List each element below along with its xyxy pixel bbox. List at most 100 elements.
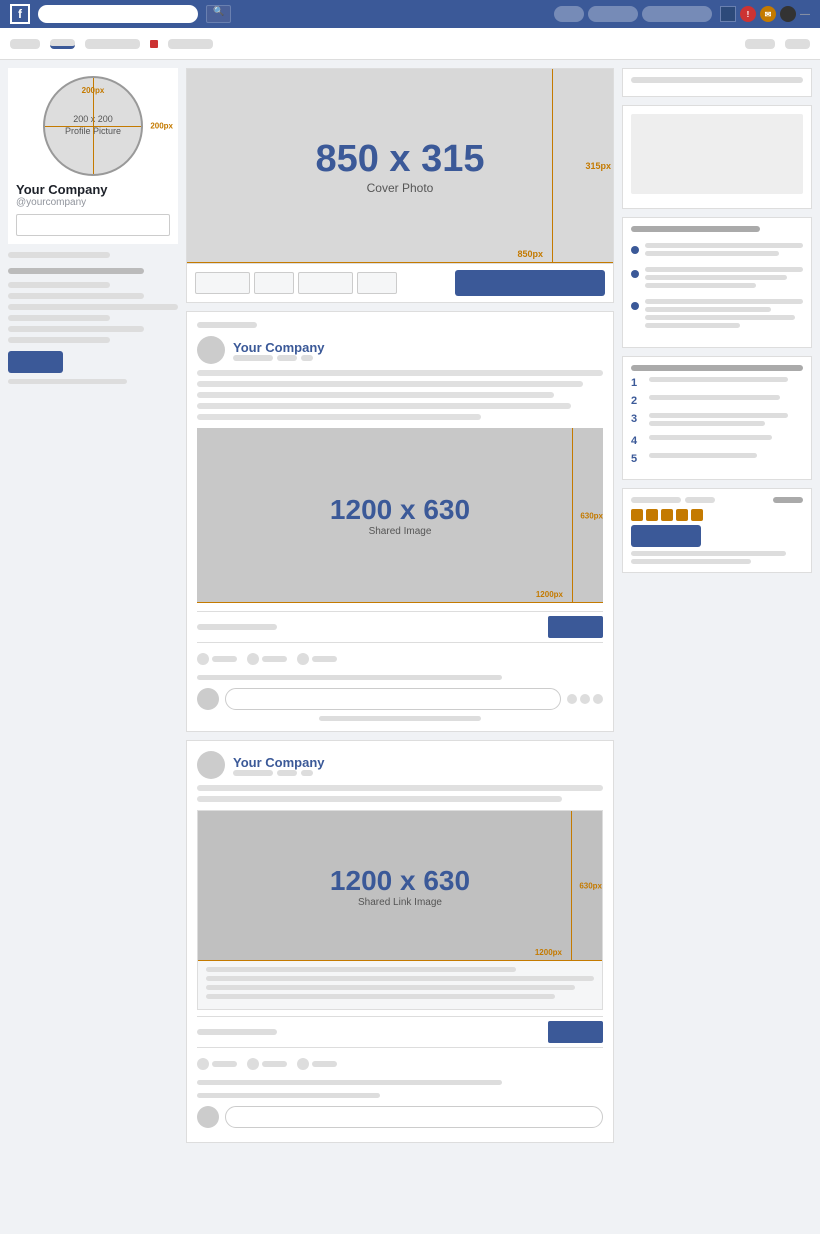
cover-dim-height: 315px — [585, 161, 611, 171]
post-2-image-label: Shared Link Image — [358, 897, 442, 908]
tab-timeline[interactable] — [195, 272, 250, 294]
star-4 — [676, 509, 688, 521]
event-num-2: 2 — [631, 395, 643, 407]
post-card-2: Your Company 1200 x 630 Shared Link Imag… — [186, 740, 614, 1143]
top-navigation: f 🔍 ! ✉ — — [0, 0, 820, 28]
sidebar-link-2[interactable] — [8, 282, 110, 288]
right-gray-box — [622, 105, 812, 209]
post-1-comment-icons — [567, 694, 603, 704]
sec-nav-item-4[interactable] — [168, 39, 213, 49]
sidebar-link-3[interactable] — [8, 293, 144, 299]
post-1-comment-icon-2 — [580, 694, 590, 704]
star-5 — [691, 509, 703, 521]
post-card-1: Your Company 1200 x 630 Shared Image — [186, 311, 614, 732]
nav-notification-icon[interactable]: ! — [740, 6, 756, 22]
post-2-like-group[interactable] — [197, 1058, 237, 1070]
post-2-action-button[interactable] — [548, 1021, 603, 1043]
news-2-line-1 — [645, 267, 803, 272]
nav-message-icon[interactable]: ✉ — [760, 6, 776, 22]
promo-header-edit[interactable] — [773, 497, 803, 503]
nav-friends-pill[interactable] — [588, 6, 638, 22]
event-3-line-2 — [649, 421, 765, 426]
news-box-title — [631, 226, 760, 232]
sidebar-link-4[interactable] — [8, 304, 178, 310]
search-button[interactable]: 🔍 — [206, 5, 231, 23]
post-1-dim-height: 630px — [580, 511, 603, 520]
nav-account-icon[interactable] — [780, 6, 796, 22]
post-2-comment-input[interactable] — [225, 1106, 603, 1128]
event-item-1: 1 — [631, 377, 803, 389]
post-2-image-dims: 1200 x 630 — [330, 865, 470, 897]
right-promo-title — [631, 77, 803, 83]
post-2-text — [197, 785, 603, 802]
post-1-dim-width: 1200px — [536, 590, 563, 599]
event-item-3: 3 — [631, 413, 803, 429]
post-1-comment-icon-3 — [593, 694, 603, 704]
profile-input-bar[interactable] — [16, 214, 170, 236]
orange-horizontal-line — [45, 126, 141, 127]
post-1-line-4 — [197, 403, 571, 409]
sec-nav-item-3[interactable] — [85, 39, 140, 49]
sec-nav-item-5[interactable] — [745, 39, 775, 49]
event-num-5: 5 — [631, 453, 643, 465]
nav-home-pill[interactable] — [554, 6, 584, 22]
sec-nav-red-dot — [150, 40, 158, 48]
post-2-header: Your Company — [197, 751, 603, 779]
main-layout: 200 x 200 Profile Picture 200px 200px Yo… — [0, 60, 820, 1159]
post-1-comment-group[interactable] — [247, 653, 287, 665]
post-2-share-group[interactable] — [297, 1058, 337, 1070]
tab-likes[interactable] — [357, 272, 397, 294]
secondary-navigation — [0, 28, 820, 60]
post-1-like-icon — [197, 653, 209, 665]
event-5-line-1 — [649, 453, 757, 458]
post-1-reaction-line — [197, 675, 502, 680]
post-1-line-1 — [197, 370, 603, 376]
post-2-comment-area — [197, 1106, 603, 1128]
sec-nav-item-1[interactable] — [10, 39, 40, 49]
post-1-like-label — [212, 656, 237, 662]
sidebar-section-header — [8, 268, 144, 274]
tab-about[interactable] — [254, 272, 294, 294]
nav-pages-pill[interactable] — [642, 6, 712, 22]
cover-photo-section: 850 x 315 Cover Photo 315px 850px — [186, 68, 614, 303]
post-1-action-bar — [197, 611, 603, 643]
promo-rating-stars — [631, 509, 803, 521]
search-input[interactable] — [38, 5, 198, 23]
post-1-action-icons — [197, 649, 603, 669]
sidebar-footer-line — [8, 379, 127, 384]
post-1-like-group[interactable] — [197, 653, 237, 665]
post-2-like-label — [212, 1061, 237, 1067]
like-page-button[interactable] — [455, 270, 605, 296]
post-2-like-icon — [197, 1058, 209, 1070]
sidebar-action-button[interactable] — [8, 351, 63, 373]
cover-photo-dimensions: 850 x 315 — [315, 138, 484, 181]
right-news-box — [622, 217, 812, 348]
event-item-2: 2 — [631, 395, 803, 407]
nav-icon-1[interactable] — [720, 6, 736, 22]
center-feed: 850 x 315 Cover Photo 315px 850px — [186, 68, 614, 1151]
sidebar-link-7[interactable] — [8, 337, 110, 343]
post-1-image: 1200 x 630 Shared Image 630px 1200px — [197, 428, 603, 603]
tab-photos[interactable] — [298, 272, 353, 294]
post-2-comment-group[interactable] — [247, 1058, 287, 1070]
sidebar-link-1[interactable] — [8, 252, 110, 258]
right-gray-image — [631, 114, 803, 194]
post-2-action-label — [197, 1029, 277, 1035]
promo-cta-button[interactable] — [631, 525, 701, 547]
post-2-orange-v — [571, 811, 572, 961]
post-1-share-group[interactable] — [297, 653, 337, 665]
company-name: Your Company — [16, 182, 170, 197]
post-1-action-button[interactable] — [548, 616, 603, 638]
sidebar-link-5[interactable] — [8, 315, 110, 321]
star-2 — [646, 509, 658, 521]
profile-dim-right: 200px — [150, 122, 173, 131]
post-2-dim-height: 630px — [579, 882, 602, 891]
post-1-comment-input[interactable] — [225, 688, 561, 710]
post-2-action-icons — [197, 1054, 603, 1074]
sidebar-link-6[interactable] — [8, 326, 144, 332]
post-2-link-text — [198, 961, 602, 1009]
sec-nav-item-2[interactable] — [50, 39, 75, 49]
news-3-line-4 — [645, 323, 740, 328]
news-3-line-3 — [645, 315, 795, 320]
sec-nav-item-6[interactable] — [785, 39, 810, 49]
